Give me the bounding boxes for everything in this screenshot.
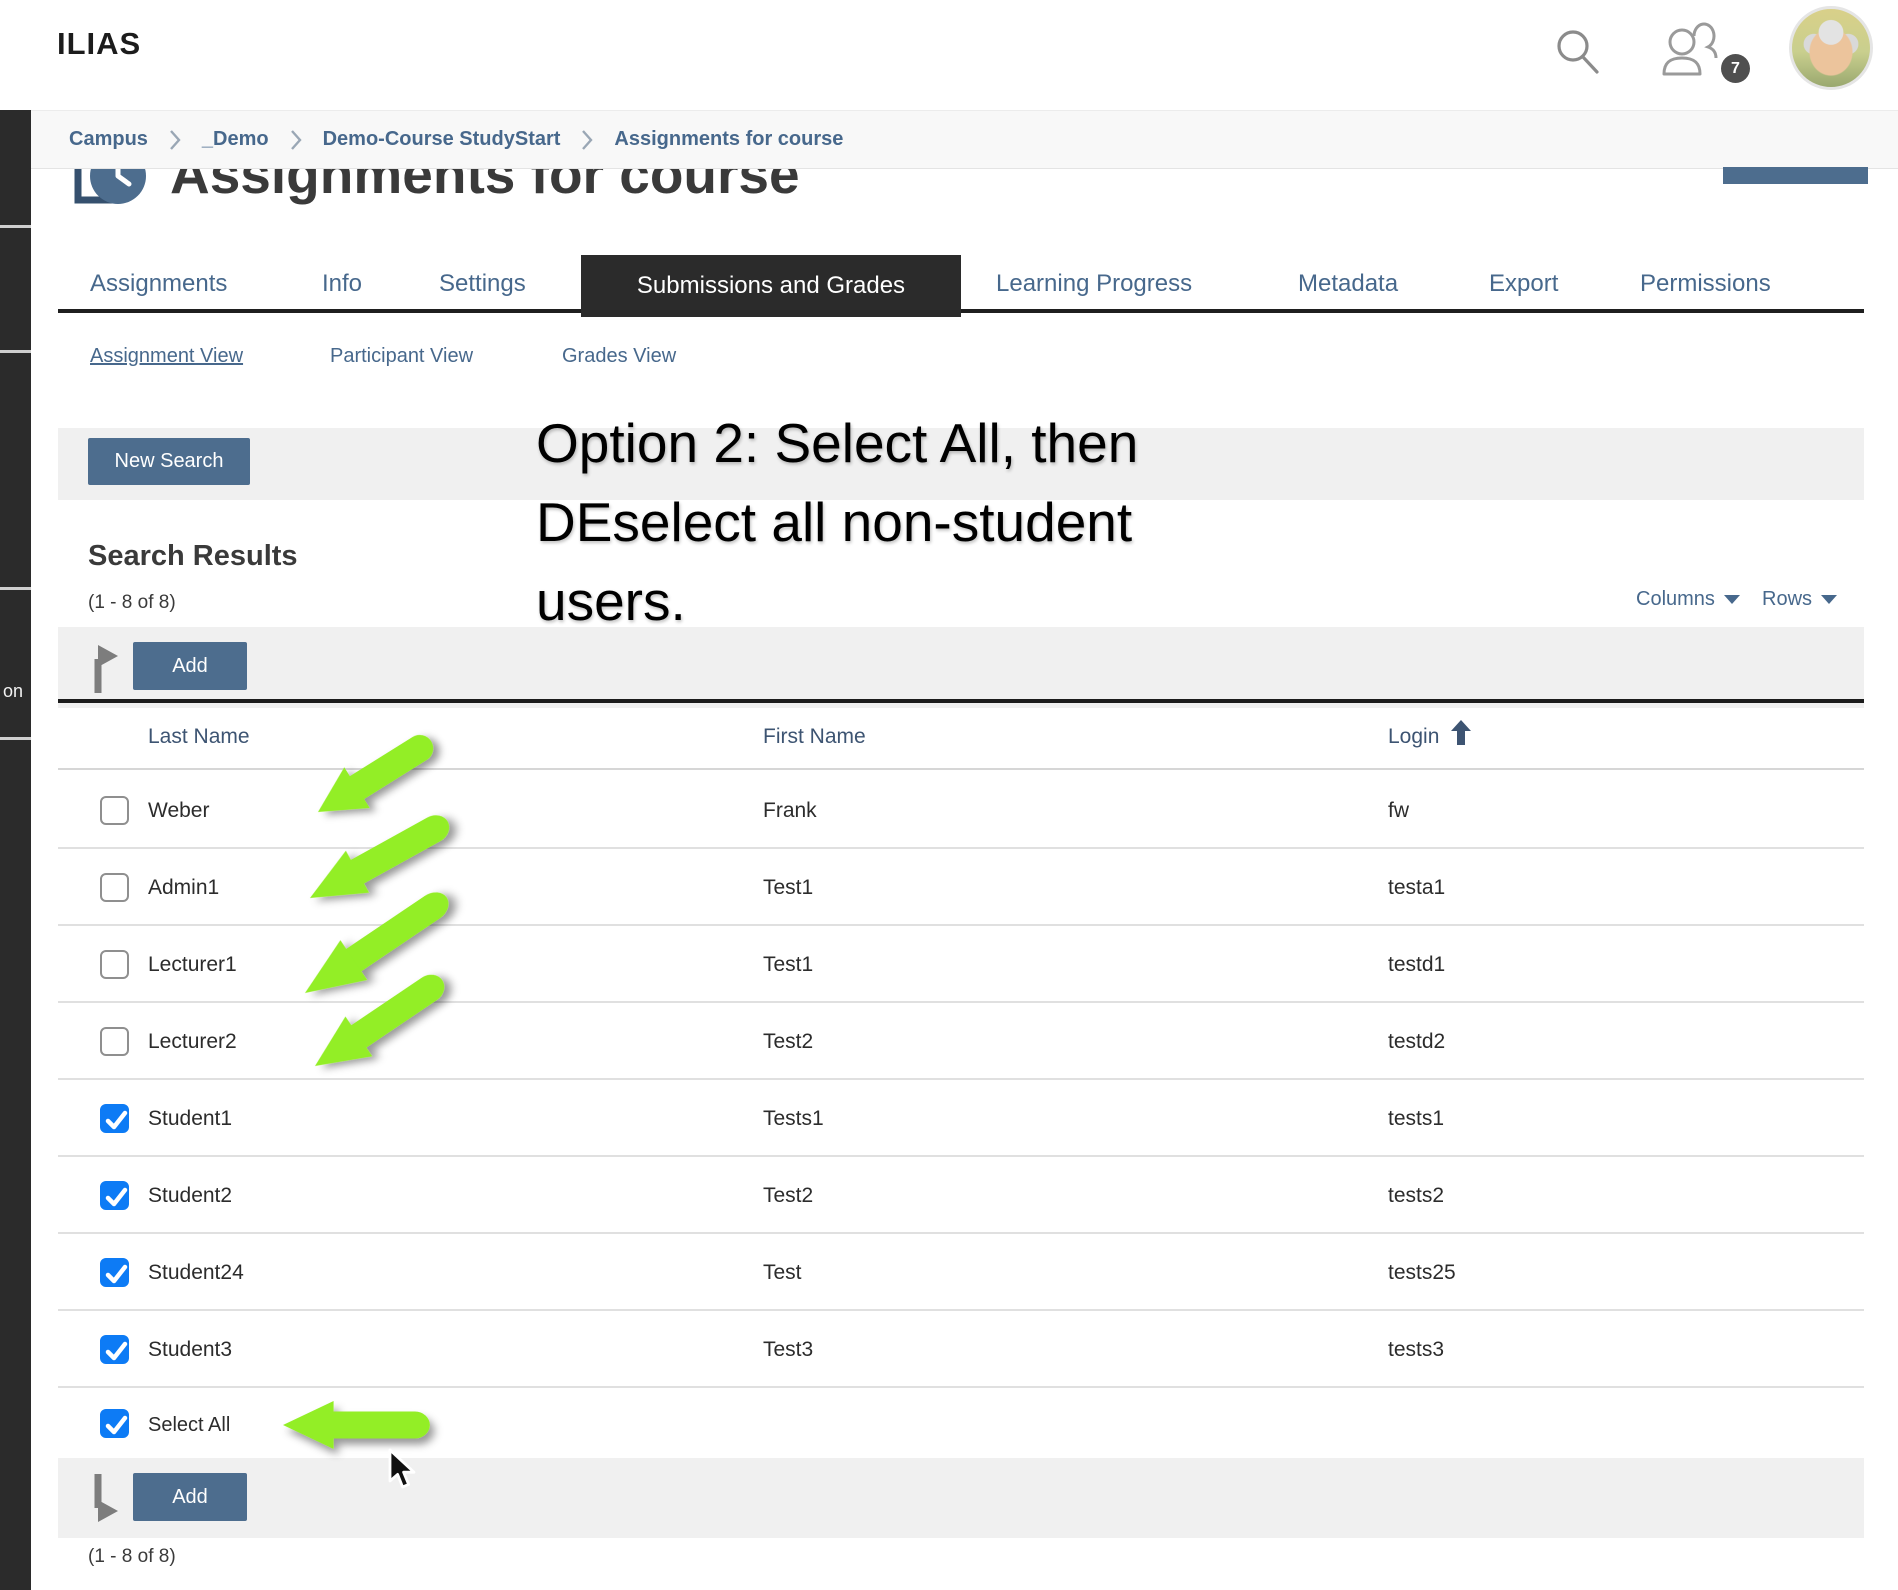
cell-last-name: Admin1 bbox=[148, 849, 219, 926]
breadcrumb-item-course[interactable]: Demo-Course StudyStart bbox=[323, 128, 561, 151]
cell-last-name: Student1 bbox=[148, 1080, 232, 1157]
cell-first-name: Tests1 bbox=[763, 1080, 824, 1157]
table-row: Student1 Tests1 tests1 bbox=[58, 1080, 1864, 1157]
select-all-label: Select All bbox=[148, 1389, 230, 1466]
cell-last-name: Student2 bbox=[148, 1157, 232, 1234]
cell-login: tests3 bbox=[1388, 1311, 1444, 1388]
left-nav-rail[interactable]: on bbox=[0, 110, 31, 1590]
cell-last-name: Lecturer2 bbox=[148, 1003, 237, 1080]
row-checkbox[interactable] bbox=[100, 796, 129, 825]
top-bar: ILIAS 7 bbox=[0, 0, 1898, 110]
new-search-button[interactable]: New Search bbox=[88, 438, 250, 485]
breadcrumb-item-demo[interactable]: _Demo bbox=[202, 128, 269, 151]
search-toolbar: New Search bbox=[58, 428, 1864, 500]
cell-login: tests1 bbox=[1388, 1080, 1444, 1157]
chevron-right-icon bbox=[168, 128, 182, 152]
table-row: Lecturer1 Test1 testd1 bbox=[58, 926, 1864, 1003]
rail-separator bbox=[0, 350, 31, 353]
add-button-bottom[interactable]: Add bbox=[133, 1473, 247, 1521]
row-checkbox[interactable] bbox=[100, 1027, 129, 1056]
table-row: Student3 Test3 tests3 bbox=[58, 1311, 1864, 1388]
table-row: Admin1 Test1 testa1 bbox=[58, 849, 1864, 926]
chevron-down-icon bbox=[1724, 595, 1740, 604]
row-checkbox[interactable] bbox=[100, 873, 129, 902]
cell-login: testd2 bbox=[1388, 1003, 1445, 1080]
rail-separator bbox=[0, 587, 31, 590]
tab-learning-progress[interactable]: Learning Progress bbox=[996, 255, 1192, 313]
row-checkbox[interactable] bbox=[100, 1104, 129, 1133]
select-all-row: Select All bbox=[58, 1389, 1864, 1461]
tab-permissions[interactable]: Permissions bbox=[1640, 255, 1771, 313]
table-header-row: Last Name First Name Login bbox=[58, 703, 1864, 770]
row-checkbox[interactable] bbox=[100, 1335, 129, 1364]
column-header-first-name[interactable]: First Name bbox=[763, 703, 866, 770]
avatar[interactable] bbox=[1789, 6, 1873, 90]
tab-metadata[interactable]: Metadata bbox=[1298, 255, 1398, 313]
table-row: Student24 Test tests25 bbox=[58, 1234, 1864, 1311]
breadcrumb: Campus _Demo Demo-Course StudyStart Assi… bbox=[31, 110, 1898, 169]
cell-first-name: Test3 bbox=[763, 1311, 813, 1388]
row-checkbox[interactable] bbox=[100, 1258, 129, 1287]
apply-down-arrow-icon bbox=[88, 1472, 128, 1524]
cutoff-action-button[interactable] bbox=[1723, 167, 1868, 184]
row-checkbox[interactable] bbox=[100, 1181, 129, 1210]
subtab-grades-view[interactable]: Grades View bbox=[562, 334, 676, 378]
apply-up-arrow-icon bbox=[88, 643, 128, 695]
chevron-right-icon bbox=[289, 128, 303, 152]
sort-ascending-icon bbox=[1451, 720, 1471, 745]
search-icon[interactable] bbox=[1552, 26, 1604, 78]
results-range-top: (1 - 8 of 8) bbox=[88, 592, 176, 614]
breadcrumb-item-campus[interactable]: Campus bbox=[69, 128, 148, 151]
contacts-icon[interactable] bbox=[1656, 22, 1718, 80]
cell-login: testd1 bbox=[1388, 926, 1445, 1003]
tab-export[interactable]: Export bbox=[1489, 255, 1558, 313]
cell-first-name: Test2 bbox=[763, 1157, 813, 1234]
tab-settings[interactable]: Settings bbox=[439, 255, 526, 313]
chevron-right-icon bbox=[580, 128, 594, 152]
add-button-top[interactable]: Add bbox=[133, 642, 247, 690]
rail-separator bbox=[0, 225, 31, 228]
cell-login: tests2 bbox=[1388, 1157, 1444, 1234]
tab-assignments[interactable]: Assignments bbox=[90, 255, 227, 313]
table-row: Weber Frank fw bbox=[58, 772, 1864, 849]
row-checkbox[interactable] bbox=[100, 950, 129, 979]
select-all-checkbox[interactable] bbox=[100, 1409, 129, 1438]
column-header-login[interactable]: Login bbox=[1388, 703, 1471, 770]
subtab-participant-view[interactable]: Participant View bbox=[330, 334, 473, 378]
apply-top-toolbar: Add bbox=[58, 627, 1864, 708]
column-header-last-name[interactable]: Last Name bbox=[148, 703, 250, 770]
cell-last-name: Student24 bbox=[148, 1234, 244, 1311]
cell-first-name: Test1 bbox=[763, 926, 813, 1003]
cell-first-name: Test bbox=[763, 1234, 802, 1311]
ilias-app-window: Assignments for course ILIAS 7 on Campus… bbox=[0, 0, 1898, 1590]
cell-first-name: Test2 bbox=[763, 1003, 813, 1080]
chevron-down-icon bbox=[1821, 595, 1837, 604]
cell-login: fw bbox=[1388, 772, 1409, 849]
subtab-assignment-view[interactable]: Assignment View bbox=[90, 334, 243, 378]
results-range-bottom: (1 - 8 of 8) bbox=[88, 1546, 176, 1568]
cell-first-name: Test1 bbox=[763, 849, 813, 926]
apply-bottom-toolbar: Add bbox=[58, 1458, 1864, 1538]
table-row: Student2 Test2 tests2 bbox=[58, 1157, 1864, 1234]
cell-login: testa1 bbox=[1388, 849, 1445, 926]
tab-info[interactable]: Info bbox=[322, 255, 362, 313]
ilias-logo[interactable]: ILIAS bbox=[57, 26, 141, 62]
rows-dropdown[interactable]: Rows bbox=[1762, 588, 1837, 611]
tab-submissions-and-grades[interactable]: Submissions and Grades bbox=[581, 255, 961, 317]
table-row: Lecturer2 Test2 testd2 bbox=[58, 1003, 1864, 1080]
breadcrumb-item-assignments[interactable]: Assignments for course bbox=[614, 128, 843, 151]
cell-last-name: Student3 bbox=[148, 1311, 232, 1388]
contacts-badge[interactable]: 7 bbox=[1721, 54, 1750, 83]
search-results-heading: Search Results bbox=[88, 540, 298, 573]
cell-last-name: Weber bbox=[148, 772, 209, 849]
rail-separator bbox=[0, 737, 31, 740]
cell-login: tests25 bbox=[1388, 1234, 1456, 1311]
columns-dropdown[interactable]: Columns bbox=[1636, 588, 1740, 611]
rail-partial-label: on bbox=[3, 681, 23, 702]
cell-first-name: Frank bbox=[763, 772, 817, 849]
cell-last-name: Lecturer1 bbox=[148, 926, 237, 1003]
